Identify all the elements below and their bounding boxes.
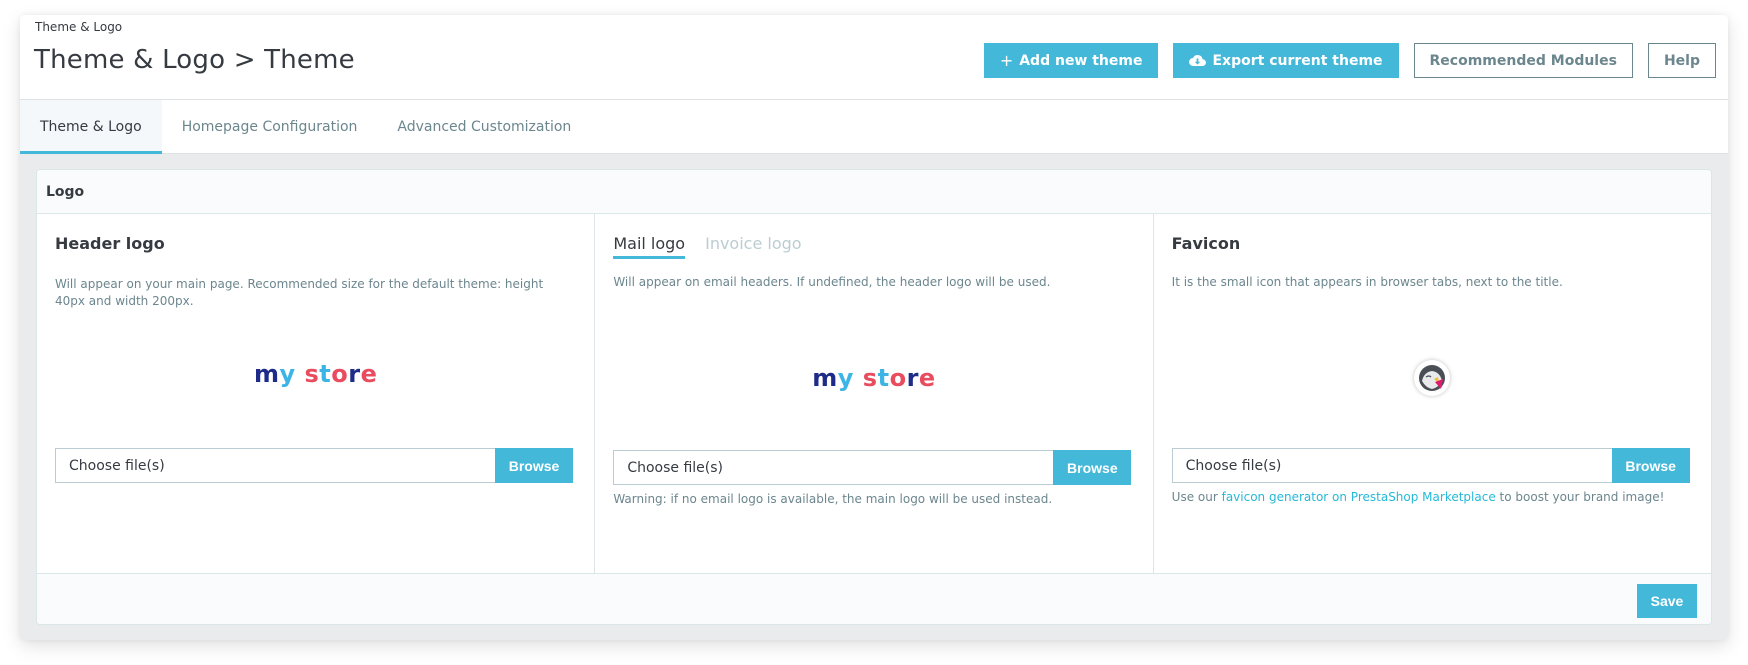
tab-advanced-customization[interactable]: Advanced Customization: [377, 100, 591, 154]
favicon-browse-button[interactable]: Browse: [1611, 448, 1690, 483]
recommended-modules-button[interactable]: Recommended Modules: [1413, 43, 1633, 78]
header-logo-file-input[interactable]: Choose file(s) Browse: [55, 448, 573, 483]
mail-logo-section: Mail logo Invoice logo Will appear on em…: [595, 214, 1154, 573]
plus-icon: +: [999, 50, 1014, 70]
store-logo-image: my store: [253, 360, 378, 388]
favicon-file-input[interactable]: Choose file(s) Browse: [1171, 448, 1690, 483]
logo-card-title: Logo: [37, 170, 1711, 214]
header-logo-browse-button[interactable]: Browse: [495, 448, 573, 483]
logo-columns: Header logo Will appear on your main pag…: [37, 214, 1711, 574]
admin-window: Theme & Logo Theme & Logo > Theme + Add …: [20, 15, 1728, 640]
favicon-help-suffix: to boost your brand image!: [1495, 490, 1665, 504]
cloud-download-icon: [1189, 54, 1207, 67]
header-toolbar: + Add new theme Export current theme Rec…: [983, 43, 1716, 78]
header-logo-description: Will appear on your main page. Recommend…: [55, 277, 544, 308]
mail-logo-description: Will appear on email headers. If undefin…: [613, 275, 1051, 289]
favicon-generator-link[interactable]: favicon generator on PrestaShop Marketpl…: [1222, 490, 1496, 504]
favicon-file-field[interactable]: Choose file(s): [1171, 448, 1612, 483]
save-button[interactable]: Save: [1637, 584, 1697, 618]
header-logo-section: Header logo Will appear on your main pag…: [37, 214, 596, 573]
favicon-section: Favicon It is the small icon that appear…: [1154, 214, 1711, 573]
page-title: Theme & Logo > Theme: [34, 45, 355, 75]
mail-logo-browse-button[interactable]: Browse: [1053, 450, 1132, 485]
subtab-mail-logo[interactable]: Mail logo: [613, 234, 686, 259]
subtab-invoice-logo[interactable]: Invoice logo: [705, 234, 801, 259]
breadcrumb[interactable]: Theme & Logo: [35, 20, 122, 34]
favicon-description: It is the small icon that appears in bro…: [1171, 275, 1563, 289]
add-new-theme-button[interactable]: + Add new theme: [983, 43, 1159, 78]
mail-logo-file-field[interactable]: Choose file(s): [613, 450, 1054, 485]
mail-logo-preview: my store: [595, 364, 1152, 392]
prestashop-favicon-icon: [1414, 360, 1451, 396]
tab-homepage-configuration[interactable]: Homepage Configuration: [162, 100, 378, 154]
export-current-theme-label: Export current theme: [1212, 52, 1383, 69]
favicon-help-text: Use our favicon generator on PrestaShop …: [1172, 490, 1665, 504]
mail-logo-file-input[interactable]: Choose file(s) Browse: [613, 450, 1132, 485]
header-logo-preview: my store: [37, 360, 594, 388]
main-tabs: Theme & Logo Homepage Configuration Adva…: [20, 100, 1728, 154]
add-new-theme-label: Add new theme: [1019, 52, 1143, 69]
favicon-preview: [1154, 360, 1711, 396]
header-logo-title: Header logo: [55, 234, 165, 253]
favicon-title: Favicon: [1171, 234, 1241, 253]
export-current-theme-button[interactable]: Export current theme: [1173, 43, 1399, 78]
tab-theme-and-logo[interactable]: Theme & Logo: [20, 100, 162, 154]
favicon-help-prefix: Use our: [1171, 490, 1222, 504]
page-header: Theme & Logo Theme & Logo > Theme + Add …: [20, 15, 1728, 100]
store-logo-image: my store: [812, 364, 936, 392]
logo-card: Logo Header logo Will appear on your mai…: [36, 169, 1712, 625]
mail-invoice-subtabs: Mail logo Invoice logo: [613, 234, 802, 259]
logo-card-footer: Save: [37, 574, 1711, 624]
help-button[interactable]: Help: [1647, 43, 1716, 78]
header-logo-file-field[interactable]: Choose file(s): [55, 448, 495, 483]
mail-logo-warning: Warning: if no email logo is available, …: [613, 492, 1053, 506]
